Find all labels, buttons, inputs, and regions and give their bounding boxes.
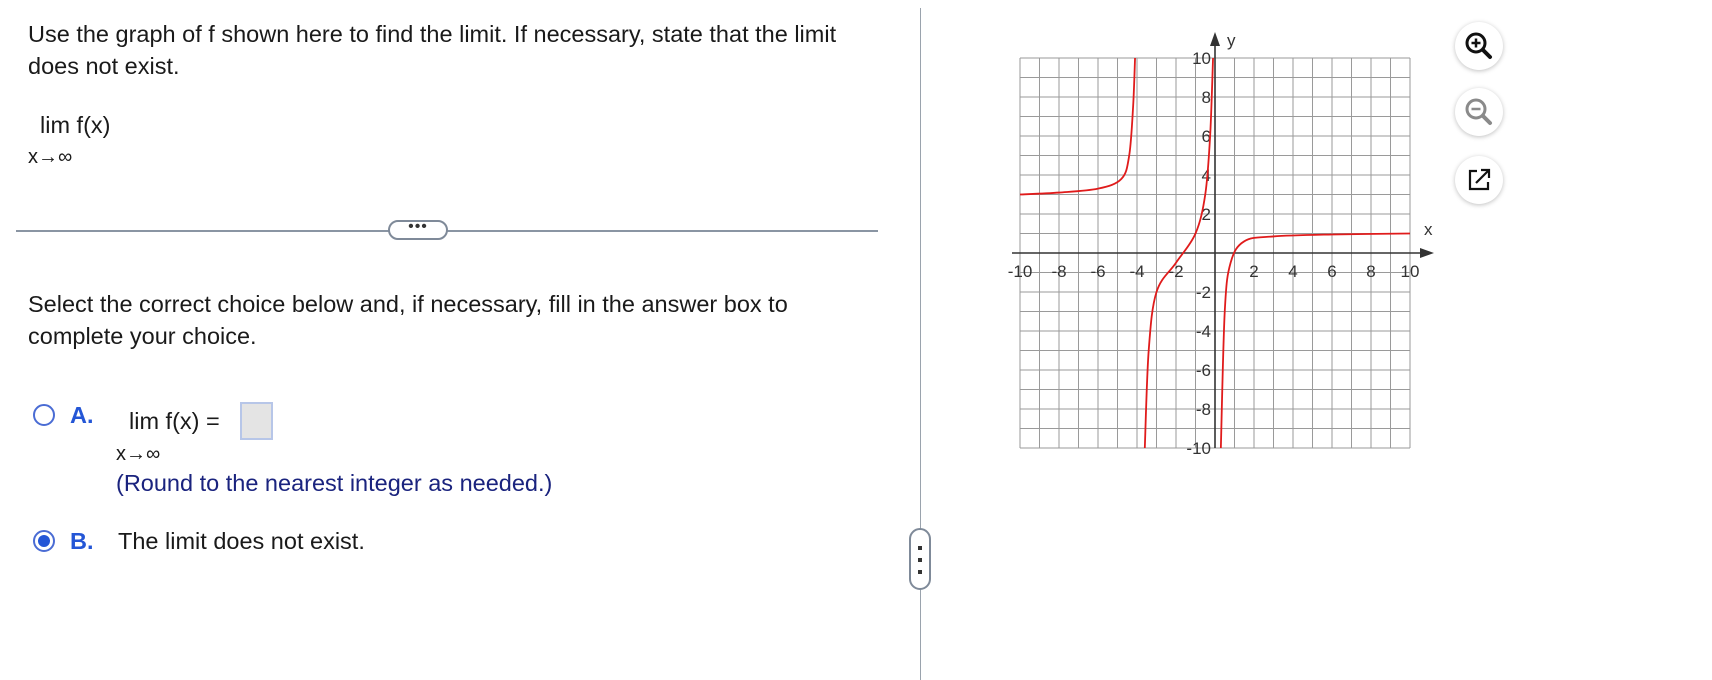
y-axis-arrow [1210, 32, 1220, 46]
instructions: Select the correct choice below and, if … [28, 291, 788, 349]
y-axis-label: y [1227, 31, 1236, 50]
y-tick-label: 8 [1202, 88, 1211, 107]
x-tick-label: 4 [1288, 262, 1297, 281]
answer-input[interactable] [240, 402, 273, 440]
x-axis-label: x [1424, 220, 1433, 239]
zoom-in-button[interactable] [1455, 22, 1503, 70]
function-graph: -10 -8 -6 -4 -2 2 4 6 8 10108642-2-4-6-8-10 x y [1008, 31, 1434, 458]
choice-a-limit-subscript: x→∞ [116, 443, 161, 465]
y-tick-label: -6 [1196, 361, 1211, 380]
zoom-in-icon [1465, 32, 1492, 59]
choice-b-letter: B. [70, 528, 94, 554]
zoom-out-button[interactable] [1455, 88, 1503, 136]
x-tick-label: -2 [1168, 262, 1183, 281]
x-tick-label: 8 [1366, 262, 1375, 281]
choice-a-radio[interactable] [33, 404, 55, 426]
popout-button[interactable] [1455, 156, 1503, 204]
question-prompt: Use the graph of f shown here to find th… [28, 21, 837, 79]
x-tick-label: 6 [1327, 262, 1336, 281]
x-tick-label: -8 [1051, 262, 1066, 281]
choice-a-limit-expression: lim f(x) = [129, 408, 220, 434]
rounding-hint: (Round to the nearest integer as needed.… [116, 470, 553, 496]
x-tick-label: -6 [1090, 262, 1105, 281]
y-tick-label: 10 [1192, 49, 1211, 68]
x-tick-label: 2 [1249, 262, 1258, 281]
y-tick-label: -10 [1186, 439, 1211, 458]
choice-b-radio[interactable] [33, 530, 55, 552]
choice-b-text[interactable]: The limit does not exist. [118, 528, 365, 555]
choice-a-letter: A. [70, 402, 94, 428]
y-tick-label: -2 [1196, 283, 1211, 302]
x-axis-arrow [1420, 248, 1434, 258]
limit-subscript: x→∞ [28, 146, 73, 168]
x-tick-label: -4 [1129, 262, 1144, 281]
zoom-out-icon [1465, 98, 1492, 125]
x-tick-label: 10 [1401, 262, 1420, 281]
limit-expression: lim f(x) [40, 112, 111, 138]
x-tick-label: -10 [1008, 262, 1033, 281]
y-tick-label: -4 [1196, 322, 1211, 341]
pane-resize-handle[interactable] [909, 528, 931, 590]
popout-icon [1468, 168, 1491, 191]
y-tick-label: -8 [1196, 400, 1211, 419]
expand-button[interactable]: ••• [388, 219, 448, 240]
